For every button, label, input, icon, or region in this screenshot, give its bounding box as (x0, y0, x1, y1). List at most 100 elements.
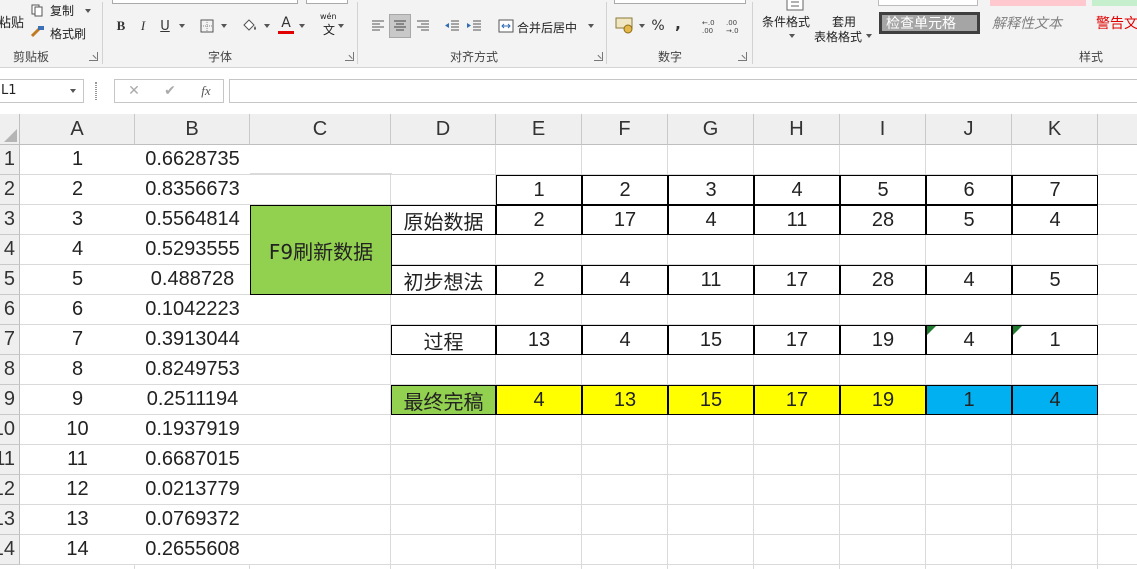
style-check-cell[interactable]: 检查单元格 (879, 12, 980, 34)
cell-b9[interactable]: 0.2511194 (135, 385, 250, 414)
row-header-10[interactable]: 10 (0, 415, 20, 445)
column-header-a[interactable]: A (20, 114, 135, 145)
process-value-3[interactable]: 15 (668, 325, 754, 355)
merge-center-button[interactable]: 合并后居中 (517, 19, 577, 36)
row-header-1[interactable]: 1 (0, 145, 20, 175)
paste-button[interactable]: 粘贴 (0, 12, 24, 31)
final-draft-label[interactable]: 最终完稿 (391, 385, 496, 415)
initial-value-2[interactable]: 4 (582, 265, 668, 295)
column-header-b[interactable]: B (135, 114, 250, 145)
font-name-box[interactable] (112, 0, 298, 4)
apply-table-dropdown-icon[interactable] (866, 34, 872, 38)
wrap-text-button[interactable] (497, 0, 561, 4)
font-launcher-icon[interactable] (345, 52, 354, 61)
row-header-12[interactable]: 12 (0, 475, 20, 505)
cell-b3[interactable]: 0.5564814 (135, 205, 250, 234)
align-center-icon[interactable] (389, 14, 411, 38)
accounting-dropdown-icon[interactable] (639, 24, 645, 28)
process-value-1[interactable]: 13 (496, 325, 582, 355)
alignment-launcher-icon[interactable] (594, 52, 603, 61)
column-header-k[interactable]: K (1012, 114, 1098, 145)
cell-b7[interactable]: 0.3913044 (135, 325, 250, 354)
worksheet-grid[interactable]: ABCDEFGHIJK 1234567891011121314 12345678… (0, 114, 1137, 569)
fill-color-dropdown-icon[interactable] (264, 24, 270, 28)
cell-b10[interactable]: 0.1937919 (135, 415, 250, 444)
cell-b5[interactable]: 0.488728 (135, 265, 250, 294)
index-cell-6[interactable]: 6 (926, 175, 1012, 205)
column-header-g[interactable]: G (668, 114, 754, 145)
bold-button[interactable]: B (112, 16, 130, 36)
conditional-format-button[interactable]: 条件格式 (762, 13, 810, 30)
refresh-data-button[interactable]: F9刷新数据 (250, 205, 392, 295)
column-header-d[interactable]: D (391, 114, 496, 145)
clipboard-launcher-icon[interactable] (89, 52, 98, 61)
original-value-3[interactable]: 4 (668, 205, 754, 235)
column-header-l[interactable] (1098, 114, 1137, 145)
final-value-5[interactable]: 19 (840, 385, 926, 415)
process-value-4[interactable]: 17 (754, 325, 840, 355)
decrease-indent-icon[interactable] (442, 16, 462, 36)
border-dropdown-icon[interactable] (221, 24, 227, 28)
row-header-6[interactable]: 6 (0, 295, 20, 325)
row-header-9[interactable]: 9 (0, 385, 20, 415)
font-color-dropdown-icon[interactable] (299, 24, 305, 28)
row-header-5[interactable]: 5 (0, 265, 20, 295)
initial-value-1[interactable]: 2 (496, 265, 582, 295)
increase-decimal-icon[interactable]: ←.0.00 (700, 15, 720, 37)
row-header-4[interactable]: 4 (0, 235, 20, 265)
cell-a6[interactable]: 6 (20, 295, 135, 324)
increase-indent-icon[interactable] (464, 16, 484, 36)
cell-b4[interactable]: 0.5293555 (135, 235, 250, 264)
style-explanatory-cell[interactable]: 解释性文本 (988, 13, 1088, 33)
cancel-icon[interactable]: ✕ (124, 81, 144, 101)
cell-a2[interactable]: 2 (20, 175, 135, 204)
column-header-h[interactable]: H (754, 114, 840, 145)
column-header-c[interactable]: C (250, 114, 391, 145)
apply-table-format-button[interactable]: 表格格式 (814, 28, 862, 45)
row-header-13[interactable]: 13 (0, 505, 20, 535)
row-header-11[interactable]: 11 (0, 445, 20, 475)
cell-a10[interactable]: 10 (20, 415, 135, 444)
original-value-7[interactable]: 4 (1012, 205, 1098, 235)
row-header-3[interactable]: 3 (0, 205, 20, 235)
original-value-6[interactable]: 5 (926, 205, 1012, 235)
cell-a11[interactable]: 11 (20, 445, 135, 474)
cell-a13[interactable]: 13 (20, 505, 135, 534)
initial-value-3[interactable]: 11 (668, 265, 754, 295)
initial-value-6[interactable]: 4 (926, 265, 1012, 295)
index-cell-5[interactable]: 5 (840, 175, 926, 205)
final-value-7[interactable]: 4 (1012, 385, 1098, 415)
accounting-format-icon[interactable] (614, 14, 636, 36)
cell-b11[interactable]: 0.6687015 (135, 445, 250, 474)
cell-a3[interactable]: 3 (20, 205, 135, 234)
number-format-box[interactable] (614, 0, 746, 4)
merge-dropdown-icon[interactable] (588, 24, 594, 28)
align-left-icon[interactable] (368, 16, 388, 36)
index-cell-4[interactable]: 4 (754, 175, 840, 205)
column-header-e[interactable]: E (496, 114, 582, 145)
original-data-label[interactable]: 原始数据 (391, 205, 496, 235)
conditional-format-dropdown-icon[interactable] (789, 34, 795, 38)
italic-button[interactable]: I (134, 16, 152, 36)
select-all-corner[interactable] (0, 114, 20, 145)
formula-bar-splitter[interactable] (95, 82, 97, 100)
initial-idea-label[interactable]: 初步想法 (391, 265, 496, 295)
final-value-2[interactable]: 13 (582, 385, 668, 415)
insert-function-icon[interactable]: fx (196, 81, 216, 101)
original-value-1[interactable]: 2 (496, 205, 582, 235)
cell-a1[interactable]: 1 (20, 145, 135, 174)
border-icon[interactable] (198, 16, 216, 36)
column-header-i[interactable]: I (840, 114, 926, 145)
comma-button[interactable]: , (672, 14, 684, 34)
cell-a9[interactable]: 9 (20, 385, 135, 414)
row-header-8[interactable]: 8 (0, 355, 20, 385)
initial-value-5[interactable]: 28 (840, 265, 926, 295)
copy-dropdown-icon[interactable] (85, 9, 91, 13)
final-value-4[interactable]: 17 (754, 385, 840, 415)
row-header-14[interactable]: 14 (0, 535, 20, 565)
row-header-2[interactable]: 2 (0, 175, 20, 205)
percent-button[interactable]: % (650, 16, 666, 36)
initial-value-7[interactable]: 5 (1012, 265, 1098, 295)
underline-dropdown-icon[interactable] (179, 24, 185, 28)
formula-input[interactable] (229, 79, 1137, 103)
